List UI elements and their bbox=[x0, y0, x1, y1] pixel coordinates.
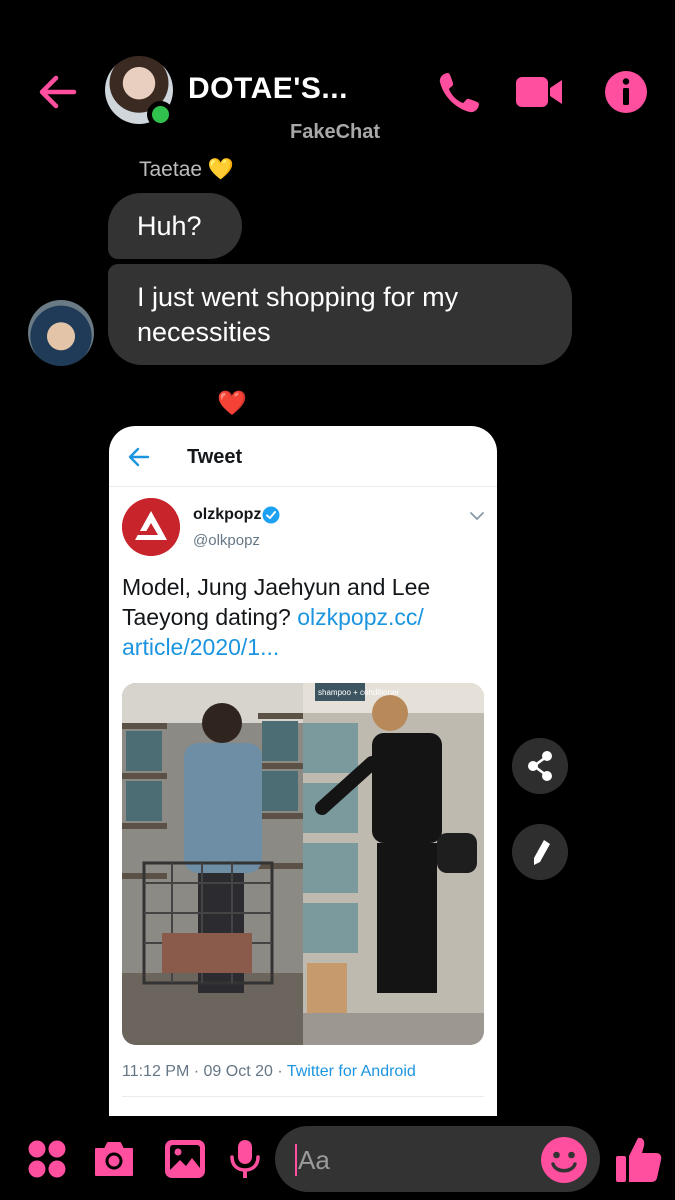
chat-subtitle: FakeChat bbox=[290, 121, 381, 143]
heart-reaction-icon[interactable]: ❤️ bbox=[217, 390, 247, 418]
message-bubble[interactable]: Huh? bbox=[108, 193, 242, 259]
tweet-divider bbox=[122, 1096, 484, 1097]
tweet-author-name: olzkpopz bbox=[193, 506, 262, 523]
online-status-indicator bbox=[147, 101, 174, 128]
phone-icon[interactable] bbox=[436, 68, 484, 116]
tweet-screenshot-image[interactable]: Tweet olzkpopz @olkpopz Model, Jung Jaeh… bbox=[109, 426, 497, 1116]
emoji-icon[interactable] bbox=[540, 1136, 588, 1184]
microphone-icon[interactable] bbox=[223, 1137, 267, 1181]
image-icon[interactable] bbox=[163, 1137, 207, 1181]
message-bubble[interactable]: I just went shopping for my necessities bbox=[108, 264, 572, 365]
publisher-logo-icon bbox=[122, 498, 180, 556]
share-icon[interactable] bbox=[512, 738, 568, 794]
info-icon[interactable] bbox=[602, 68, 650, 116]
thumbs-up-icon[interactable] bbox=[614, 1134, 662, 1184]
edit-icon[interactable] bbox=[512, 824, 568, 880]
tweet-metadata: 11:12 PM · 09 Oct 20 · Twitter for Andro… bbox=[122, 1063, 416, 1080]
tweet-media-photo: shampoo + conditioner bbox=[122, 683, 484, 1045]
sender-name: Taetae 💛 bbox=[139, 158, 235, 181]
camera-icon[interactable] bbox=[92, 1137, 136, 1181]
tweet-author-handle: @olkpopz bbox=[193, 532, 260, 549]
message-input-placeholder: Aa bbox=[298, 1145, 330, 1175]
tweet-page-title: Tweet bbox=[187, 446, 243, 468]
tweet-topbar: Tweet bbox=[109, 426, 497, 487]
tweet-back-arrow-icon bbox=[128, 447, 150, 467]
chat-title[interactable]: DOTAE'S... bbox=[188, 72, 348, 106]
tweet-text: Model, Jung Jaehyun and Lee Taeyong dati… bbox=[122, 574, 431, 660]
video-camera-icon[interactable] bbox=[515, 68, 563, 116]
yellow-heart-emoji: 💛 bbox=[207, 158, 235, 181]
verified-badge-icon bbox=[262, 506, 280, 524]
chevron-down-icon bbox=[470, 512, 484, 521]
sender-avatar[interactable] bbox=[28, 300, 94, 366]
tweet-source-link: Twitter for Android bbox=[286, 1063, 416, 1080]
text-cursor bbox=[295, 1144, 297, 1176]
apps-icon[interactable] bbox=[25, 1137, 69, 1181]
back-arrow-icon[interactable] bbox=[36, 70, 80, 114]
